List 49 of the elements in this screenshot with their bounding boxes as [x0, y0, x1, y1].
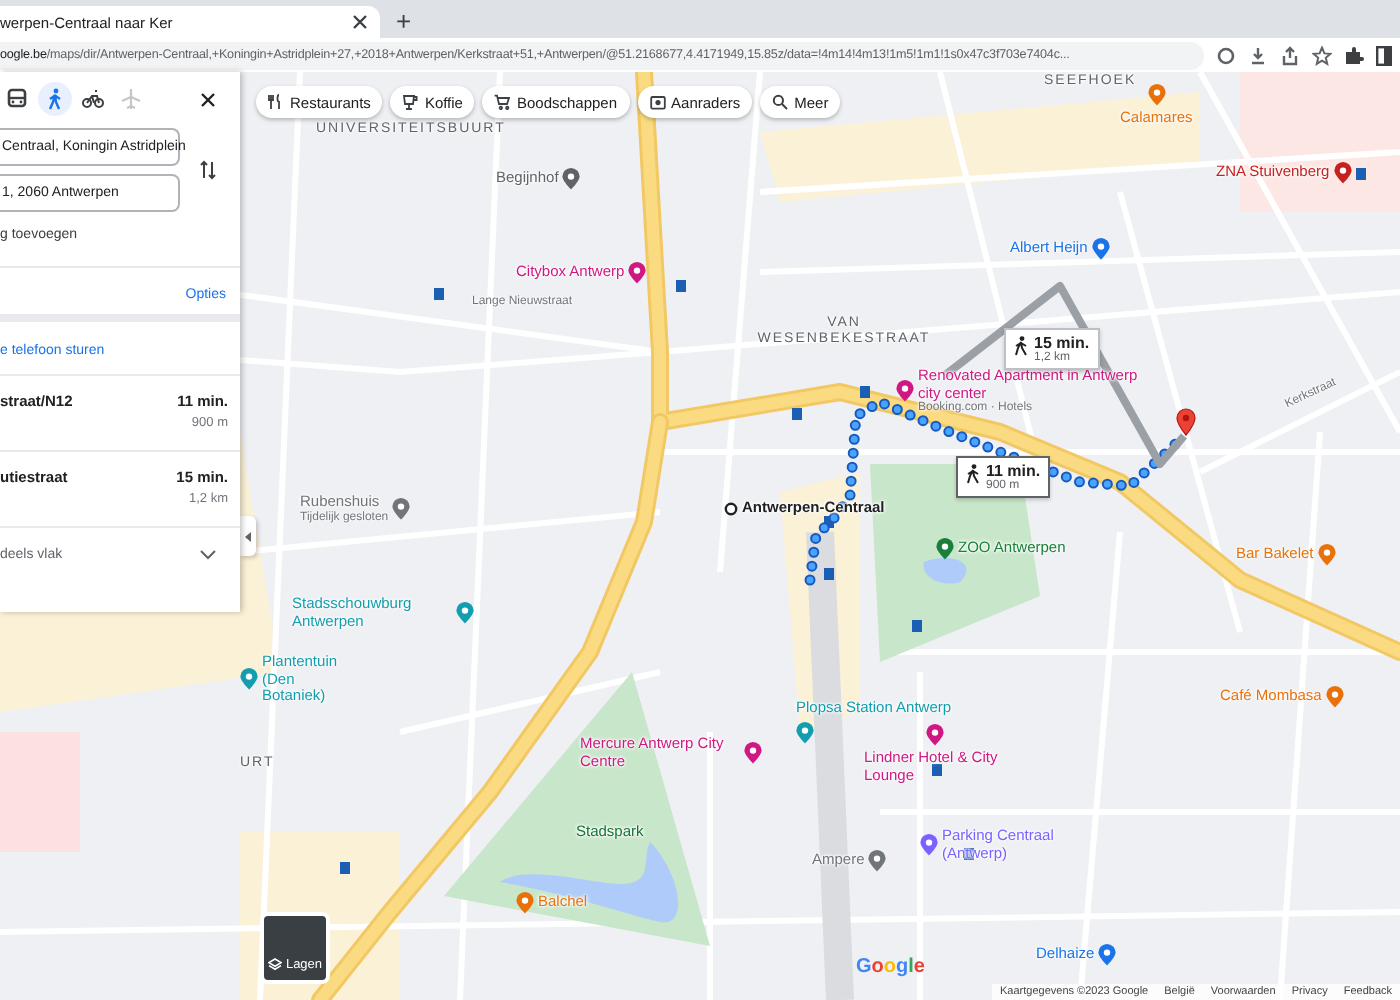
transit-icon	[6, 88, 28, 110]
map-pin-icon[interactable]	[628, 262, 647, 284]
map-pin-icon[interactable]	[868, 850, 887, 872]
map-pin-icon[interactable]	[1098, 944, 1117, 966]
destination-pin-icon	[1176, 408, 1196, 436]
walking-person-icon	[1014, 336, 1028, 356]
search-icon	[772, 94, 789, 110]
map-pin-icon[interactable]	[392, 497, 411, 520]
restaurant-icon	[268, 94, 284, 110]
origin-marker-icon	[724, 501, 738, 516]
map-pin-icon[interactable]	[896, 380, 914, 403]
walking-person-icon	[966, 464, 980, 484]
flight-icon	[120, 88, 142, 110]
map-pin-icon[interactable]	[796, 721, 814, 744]
swap-icon[interactable]	[200, 160, 216, 180]
map-pin-icon[interactable]	[456, 602, 474, 625]
close-icon[interactable]	[352, 14, 368, 30]
map-pin-icon[interactable]	[240, 668, 258, 691]
close-button[interactable]	[200, 91, 216, 107]
map-pin-icon[interactable]	[1147, 84, 1166, 106]
transit-stop-icon[interactable]	[824, 516, 834, 528]
map-pin-icon[interactable]	[1091, 238, 1110, 260]
collapse-panel-button[interactable]	[240, 516, 256, 556]
coffee-icon	[402, 94, 419, 110]
route-duration: 15 min.	[1034, 334, 1090, 352]
cart-icon	[494, 94, 511, 110]
map-pin-icon[interactable]	[516, 892, 534, 914]
pond	[923, 558, 967, 584]
side-panel-icon[interactable]	[1376, 45, 1392, 65]
download-icon[interactable]	[1248, 45, 1268, 65]
route-duration: 11 min.	[986, 462, 1041, 480]
walk-icon	[44, 88, 66, 110]
share-icon[interactable]	[1280, 45, 1300, 65]
puzzle-icon[interactable]	[1344, 45, 1364, 65]
chevron-down-icon	[200, 550, 216, 560]
bike-icon	[82, 88, 104, 110]
new-tab-button[interactable]: +	[380, 6, 428, 38]
layers-icon	[267, 958, 282, 972]
map-pin-icon[interactable]	[562, 168, 581, 190]
google-logo: Google	[856, 956, 925, 978]
map-pin-icon[interactable]	[920, 834, 938, 857]
map-pin-icon[interactable]	[744, 742, 762, 765]
map-pin-icon[interactable]	[1333, 162, 1352, 184]
walk-mode-tab[interactable]	[38, 82, 72, 116]
map-pin-icon[interactable]	[936, 538, 954, 560]
map-pin-icon[interactable]	[1317, 544, 1336, 566]
map-pin-icon[interactable]	[1325, 686, 1344, 708]
caret-icon	[244, 531, 252, 541]
map-pin-icon[interactable]	[925, 724, 943, 746]
